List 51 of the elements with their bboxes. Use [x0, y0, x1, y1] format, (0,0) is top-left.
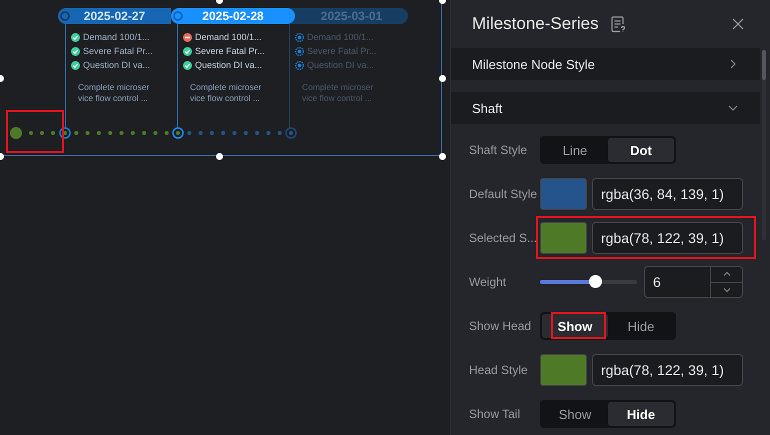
field-label: Shaft Style [469, 143, 528, 157]
field-label: Weight [469, 275, 508, 289]
chevron-right-icon [728, 59, 738, 69]
slider-thumb[interactable] [589, 275, 602, 288]
section-header[interactable]: Milestone Node Style [451, 48, 760, 80]
task-text: Demand 100/1... [195, 32, 262, 42]
milestone-node-icon[interactable] [59, 127, 71, 139]
field-label: Show Tail [469, 407, 522, 421]
field-label: Show Head [469, 319, 532, 333]
field-label: Head Style [469, 363, 529, 377]
task-text: Question DI va... [83, 60, 150, 70]
number-input[interactable]: 6 [644, 266, 710, 298]
task-text: Demand 100/1... [83, 32, 150, 42]
resize-handle[interactable] [216, 152, 222, 160]
milestone-date[interactable]: 2025-02-27 [58, 8, 171, 24]
task-text: Severe Fatal Pr... [307, 46, 377, 56]
resize-handle[interactable] [438, 152, 446, 160]
task-text: Severe Fatal Pr... [195, 46, 265, 56]
field-label: Default Style [469, 187, 538, 201]
color-input[interactable]: rgba(36, 84, 139, 1) [592, 178, 743, 210]
toggle-option[interactable]: Dot [608, 138, 674, 162]
task-text: Question DI va... [307, 60, 374, 70]
resize-handle[interactable] [438, 74, 446, 82]
document-help-icon[interactable] [610, 16, 626, 32]
color-swatch[interactable] [540, 354, 587, 386]
section-header[interactable]: Shaft [451, 92, 760, 124]
panel-title: Milestone-Series [472, 14, 599, 34]
toggle-option[interactable]: Line [542, 138, 608, 162]
color-swatch[interactable] [540, 222, 587, 254]
color-swatch[interactable] [540, 178, 587, 210]
milestone-description: Complete microser vice flow control ... [190, 82, 262, 104]
node-ring-icon [173, 11, 183, 21]
milestone-description: Complete microser vice flow control ... [302, 82, 374, 104]
node-ring-icon [60, 11, 70, 21]
task-text: Demand 100/1... [307, 32, 374, 42]
toggle-option[interactable]: Show [542, 314, 608, 338]
color-input[interactable]: rgba(78, 122, 39, 1) [592, 222, 743, 254]
color-input[interactable]: rgba(78, 122, 39, 1) [592, 354, 743, 386]
chevron-down-icon [728, 103, 738, 113]
toggle-option[interactable]: Show [542, 402, 608, 426]
scrollbar [762, 50, 766, 80]
slider[interactable] [540, 276, 637, 288]
toggle-option[interactable]: Hide [608, 402, 674, 426]
shaft-head-dot [10, 127, 22, 139]
task-text: Severe Fatal Pr... [83, 46, 153, 56]
toggle-option[interactable]: Hide [608, 314, 674, 338]
milestone-node-icon[interactable] [172, 127, 184, 139]
milestone-description: Complete microser vice flow control ... [78, 82, 150, 104]
task-text: Question DI va... [195, 60, 262, 70]
field-label: Selected S... [469, 231, 538, 245]
close-button[interactable] [732, 18, 744, 30]
